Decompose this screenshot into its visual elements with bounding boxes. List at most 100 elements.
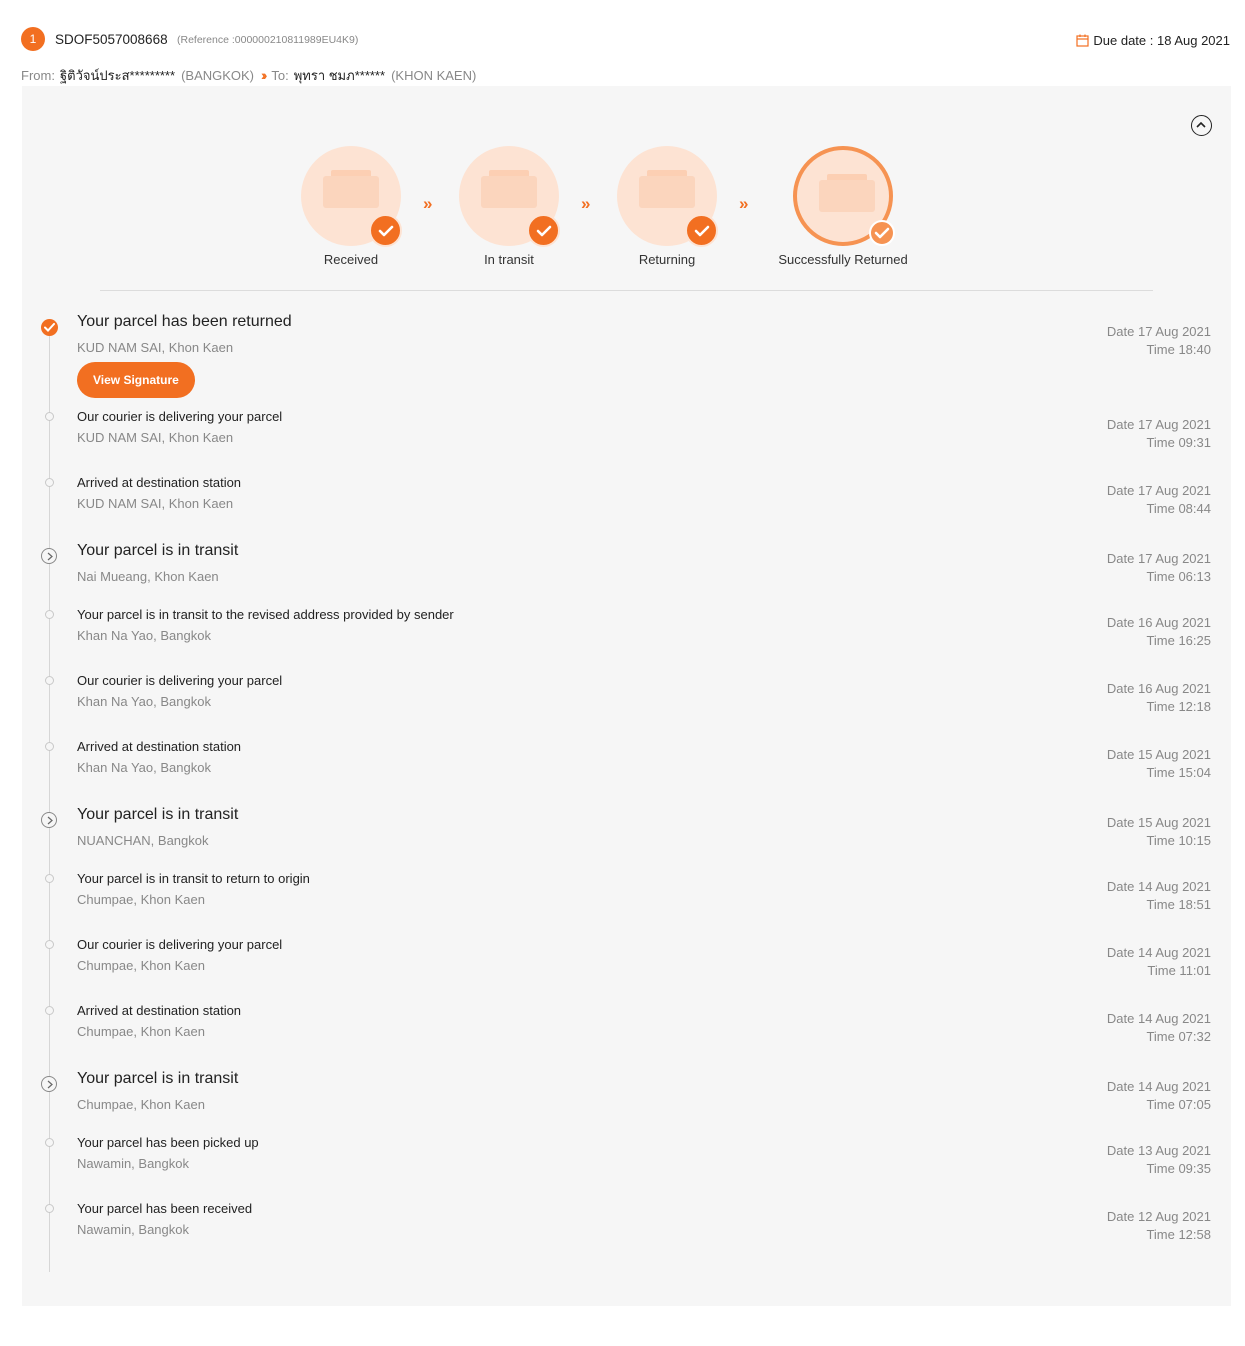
event-date: Date 17 Aug 2021 [1106, 551, 1211, 566]
event-title: Our courier is delivering your parcel [77, 937, 283, 952]
tracking-panel: Received » In transit » Returning » Successful… [22, 86, 1231, 1306]
timeline-dot [45, 874, 54, 883]
timeline-dot [45, 1204, 54, 1213]
event-title: Arrived at destination station [77, 739, 242, 754]
progress-step: Returning [587, 146, 747, 267]
event-time: Time 07:32 [1146, 1029, 1211, 1044]
event-time: Time 09:31 [1146, 435, 1211, 450]
check-icon [869, 220, 895, 246]
event-date: Date 15 Aug 2021 [1106, 747, 1211, 762]
tracking-number: SDOF5057008668 [55, 32, 168, 47]
event-title: Your parcel is in transit to return to o… [77, 871, 310, 886]
view-signature-button[interactable]: View Signature [77, 362, 195, 398]
timeline-dot [45, 610, 54, 619]
event-time: Time 15:04 [1146, 765, 1211, 780]
event-date: Date 17 Aug 2021 [1106, 417, 1211, 432]
check-icon [685, 214, 718, 247]
due-date: Due date : 18 Aug 2021 [1076, 33, 1230, 48]
double-arrow-icon: » [581, 194, 591, 213]
event-title: Your parcel has been received [77, 1201, 253, 1216]
event-date: Date 14 Aug 2021 [1106, 1079, 1211, 1094]
returned-parcel-icon [793, 146, 895, 246]
event-location: Khan Na Yao, Bangkok [77, 694, 211, 709]
progress-step: Received [271, 146, 431, 267]
event-time: Time 08:44 [1146, 501, 1211, 516]
event-location: Nawamin, Bangkok [77, 1156, 189, 1171]
event-title: Your parcel has been picked up [77, 1135, 259, 1150]
delivery-truck-icon [459, 146, 560, 247]
divider [100, 290, 1153, 291]
shipment-header: 1 SDOF5057008668 (Reference :00000021081… [0, 0, 1245, 86]
event-time: Time 11:01 [1147, 963, 1211, 978]
event-location: KUD NAM SAI, Khon Kaen [77, 430, 234, 445]
timeline-dot [45, 940, 54, 949]
event-time: Time 18:51 [1146, 897, 1211, 912]
event-date: Date 14 Aug 2021 [1106, 1011, 1211, 1026]
calendar-icon [1076, 34, 1089, 47]
event-location: Nai Mueang, Khon Kaen [77, 569, 219, 584]
from-label: From: [21, 68, 55, 83]
event-date: Date 14 Aug 2021 [1106, 879, 1211, 894]
progress-step-label: Returning [638, 252, 696, 267]
event-location: Chumpae, Khon Kaen [77, 1024, 205, 1039]
double-arrow-icon: » [423, 194, 433, 213]
return-parcel-icon [617, 146, 718, 247]
event-date: Date 15 Aug 2021 [1106, 815, 1211, 830]
event-date: Date 12 Aug 2021 [1106, 1209, 1211, 1224]
chevron-right-icon [41, 812, 57, 828]
check-icon [527, 214, 560, 247]
event-title: Arrived at destination station [77, 1003, 242, 1018]
recipient-name: พุทรา ชมภ****** [293, 68, 386, 83]
chevron-right-icon [41, 548, 57, 564]
event-date: Date 13 Aug 2021 [1106, 1143, 1211, 1158]
progress-step-label: Successfully Returned [778, 252, 908, 267]
check-icon [369, 214, 402, 247]
timeline-dot [45, 742, 54, 751]
event-time: Time 12:18 [1146, 699, 1211, 714]
double-arrow-icon: » [739, 194, 749, 213]
checkmark-icon [41, 319, 58, 336]
event-location: Khan Na Yao, Bangkok [77, 628, 211, 643]
event-date: Date 16 Aug 2021 [1106, 681, 1211, 696]
event-location: Chumpae, Khon Kaen [77, 892, 205, 907]
event-date: Date 17 Aug 2021 [1106, 483, 1211, 498]
collapse-button[interactable] [1191, 115, 1212, 136]
double-arrow-icon: ›› [261, 67, 268, 83]
event-location: Chumpae, Khon Kaen [77, 958, 205, 973]
timeline-line [49, 326, 50, 1272]
shipment-index-badge: 1 [21, 27, 45, 51]
event-time: Time 18:40 [1146, 342, 1211, 357]
timeline-dot [45, 1006, 54, 1015]
sender-name: ฐิติวัจน์ประส********* [59, 68, 176, 83]
event-time: Time 16:25 [1146, 633, 1211, 648]
event-title: Your parcel is in transit [77, 1070, 239, 1087]
parcel-box-icon [301, 146, 402, 247]
event-time: Time 07:05 [1146, 1097, 1211, 1112]
chevron-right-icon [41, 1076, 57, 1092]
event-location: KUD NAM SAI, Khon Kaen [77, 340, 234, 355]
event-title: Your parcel is in transit [77, 806, 239, 823]
event-time: Time 10:15 [1146, 833, 1211, 848]
event-date: Date 17 Aug 2021 [1106, 324, 1211, 339]
event-time: Time 12:58 [1146, 1227, 1211, 1242]
chevron-up-icon [1196, 121, 1206, 128]
event-location: KUD NAM SAI, Khon Kaen [77, 496, 234, 511]
due-date-text: Due date : 18 Aug 2021 [1093, 33, 1230, 48]
event-time: Time 06:13 [1146, 569, 1211, 584]
recipient-province: (KHON KAEN) [391, 68, 477, 83]
event-date: Date 14 Aug 2021 [1106, 945, 1211, 960]
event-title: Our courier is delivering your parcel [77, 673, 283, 688]
event-title: Arrived at destination station [77, 475, 242, 490]
event-time: Time 09:35 [1146, 1161, 1211, 1176]
event-title: Your parcel has been returned [77, 313, 292, 330]
event-title: Our courier is delivering your parcel [77, 409, 283, 424]
timeline-dot [45, 412, 54, 421]
route: From: ฐิติวัจน์ประส********* (BANGKOK) ›… [21, 65, 476, 86]
to-label: To: [271, 68, 289, 83]
timeline-dot [45, 1138, 54, 1147]
event-location: Chumpae, Khon Kaen [77, 1097, 205, 1112]
event-location: NUANCHAN, Bangkok [77, 833, 209, 848]
progress-step-label: In transit [484, 252, 534, 267]
timeline-dot [45, 676, 54, 685]
progress-step: Successfully Returned [763, 146, 923, 267]
